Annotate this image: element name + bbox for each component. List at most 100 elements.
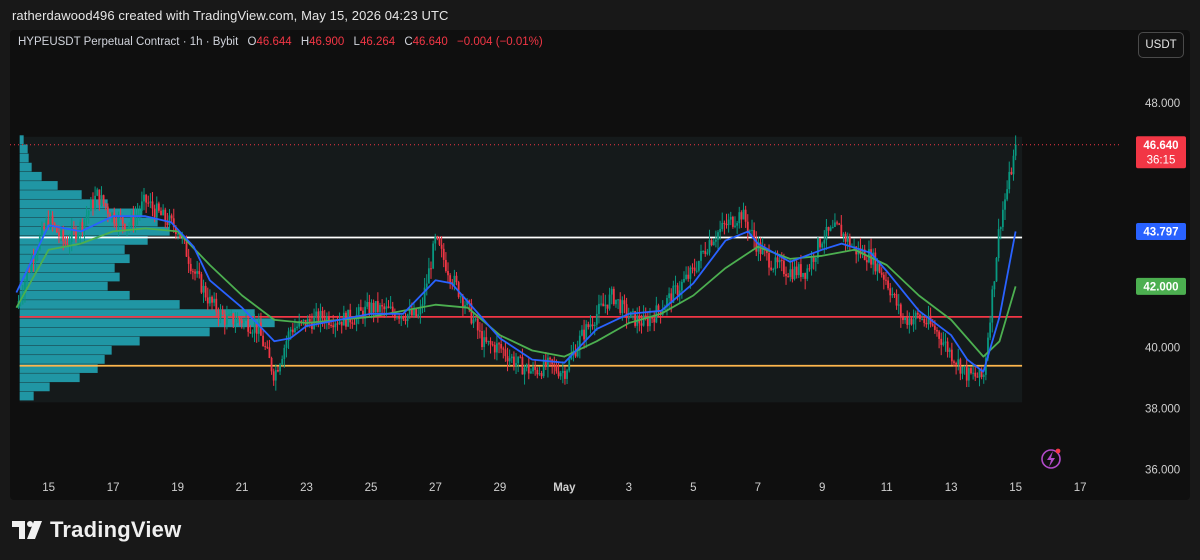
candle-body: [899, 304, 902, 318]
date-tick-label: 13: [945, 482, 958, 494]
candle-body: [657, 305, 660, 311]
candle-body: [157, 203, 160, 211]
candle-body: [268, 347, 271, 358]
candle-body: [908, 318, 911, 325]
candle-body: [921, 318, 923, 320]
candle-body: [302, 319, 305, 322]
candle-body: [882, 274, 885, 280]
candle-body: [910, 318, 913, 325]
candle-body: [840, 224, 843, 237]
candle-body: [823, 240, 826, 244]
range-box: [19, 136, 1023, 403]
candle-body: [729, 216, 732, 220]
date-tick-label: May: [553, 482, 576, 494]
candle-body: [706, 252, 709, 254]
candle-body: [432, 243, 435, 269]
candle-body: [993, 281, 996, 290]
candle-body: [704, 251, 707, 254]
candle-body: [770, 267, 773, 270]
candle-body: [606, 304, 609, 309]
candle-body: [725, 223, 728, 226]
volume-profile-bar: [19, 153, 29, 163]
candle-body: [500, 344, 503, 349]
candle-body: [262, 335, 264, 347]
candle-body: [149, 201, 152, 203]
candle-body: [383, 306, 386, 310]
candle-body: [789, 269, 792, 277]
chart-panel[interactable]: 50.00048.00040.00038.00036.000 151719212…: [10, 30, 1190, 500]
candle-body: [58, 232, 60, 237]
candle-body: [568, 359, 571, 371]
candle-body: [128, 226, 131, 228]
candle-body: [836, 222, 838, 224]
candle-body: [740, 212, 743, 220]
candle-body: [691, 267, 694, 269]
high-value: 46.900: [309, 36, 345, 48]
candle-body: [561, 370, 564, 373]
volume-profile-bar: [19, 290, 130, 300]
candle-body: [287, 331, 290, 342]
price-chart[interactable]: 50.00048.00040.00038.00036.000 151719212…: [10, 30, 1190, 500]
candle-body: [321, 310, 324, 319]
candle-body: [912, 319, 915, 325]
candle-body: [483, 337, 486, 348]
lightning-icon[interactable]: [1041, 448, 1061, 469]
date-tick-label: 15: [1009, 482, 1022, 494]
candle-body: [812, 257, 815, 262]
candle-body: [247, 319, 250, 332]
candle-body: [153, 208, 156, 218]
candle-body: [906, 317, 909, 325]
candle-body: [476, 318, 479, 331]
candle-body: [438, 237, 441, 245]
candle-body: [768, 252, 770, 268]
candle-body: [291, 329, 294, 333]
date-tick-label: 19: [171, 482, 184, 494]
candle-body: [787, 276, 790, 278]
volume-profile-bar: [19, 300, 180, 309]
candle-body: [689, 267, 692, 279]
candle-body: [285, 341, 288, 348]
candle-body: [194, 271, 196, 274]
currency-button[interactable]: USDT: [1138, 32, 1184, 58]
price-badge-label: 46.640: [1143, 140, 1178, 152]
candle-body: [695, 270, 698, 272]
candle-body: [277, 370, 279, 372]
candle-body: [221, 309, 224, 315]
candle-body: [697, 260, 700, 271]
close-label: C: [404, 36, 413, 48]
volume-profile-bar: [19, 144, 28, 154]
candle-body: [138, 210, 141, 214]
candle-body: [530, 371, 532, 374]
candle-body: [542, 359, 545, 377]
candle-body: [140, 201, 143, 211]
candle-body: [487, 340, 490, 342]
candle-body: [89, 199, 92, 212]
candle-body: [532, 367, 534, 372]
brand-name[interactable]: TradingView: [50, 517, 181, 543]
candle-body: [610, 288, 613, 295]
candle-body: [264, 346, 267, 348]
candle-body: [736, 223, 739, 226]
candle-body: [683, 278, 685, 282]
date-tick-label: 3: [626, 482, 632, 494]
volume-profile-bar: [19, 135, 24, 145]
candle-body: [668, 293, 671, 299]
candle-body: [774, 257, 777, 269]
candle-body: [245, 319, 247, 321]
candle-body: [294, 328, 296, 333]
candle-body: [1014, 144, 1017, 156]
date-tick-label: 21: [236, 482, 249, 494]
candle-body: [100, 195, 103, 205]
candle-body: [714, 239, 717, 242]
candle-body: [436, 236, 439, 238]
price-tick-label: 40.000: [1145, 342, 1180, 354]
candle-body: [389, 306, 392, 308]
candle-body: [651, 317, 654, 319]
symbol-title[interactable]: HYPEUSDT Perpetual Contract · 1h · Bybit: [18, 36, 238, 48]
candle-body: [442, 248, 445, 260]
candle-body: [376, 301, 379, 313]
date-tick-label: 29: [494, 482, 507, 494]
volume-profile-bar: [19, 336, 140, 346]
symbol-legend[interactable]: HYPEUSDT Perpetual Contract · 1h · Bybit…: [18, 36, 543, 48]
candle-body: [948, 349, 951, 352]
